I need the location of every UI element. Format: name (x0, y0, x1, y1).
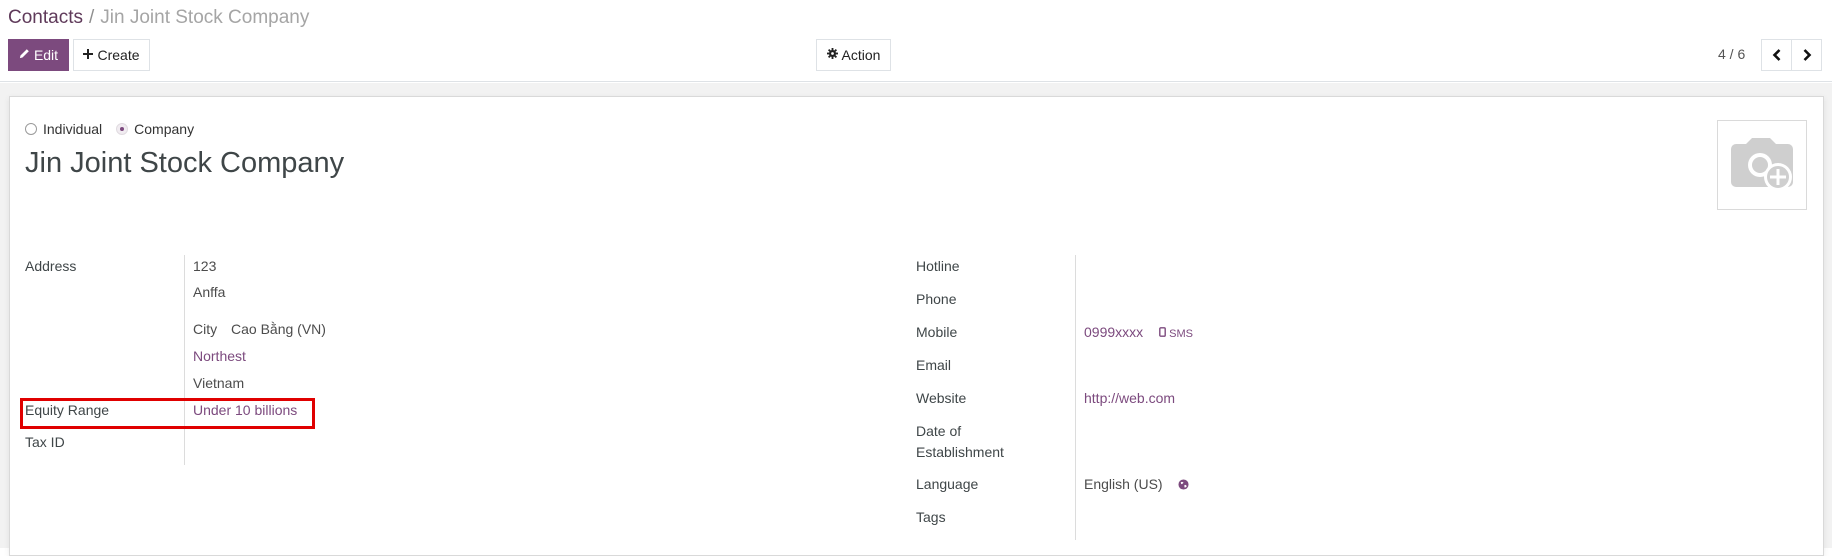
right-group-divider (1075, 255, 1076, 540)
pencil-icon (19, 48, 30, 62)
country-value: Vietnam (193, 375, 245, 391)
sms-label: SMS (1169, 328, 1193, 340)
mobile-phone-icon (1159, 327, 1166, 337)
action-button-label: Action (841, 47, 881, 63)
edit-button-label: Edit (33, 47, 59, 63)
phone-label: Phone (916, 291, 957, 307)
breadcrumb-contacts-link[interactable]: Contacts (8, 7, 83, 28)
equity-range-label: Equity Range (25, 402, 110, 418)
control-panel: Contacts / Jin Joint Stock Company Edit Cr… (0, 0, 1832, 82)
create-button-label: Create (97, 47, 140, 63)
language-row: English (US) (1084, 474, 1190, 495)
radio-company[interactable]: Company (116, 121, 194, 137)
tags-label: Tags (916, 509, 946, 525)
chevron-right-icon (1803, 49, 1811, 61)
left-group-divider (184, 255, 185, 465)
avatar-upload[interactable] (1717, 120, 1807, 210)
city-label: City (193, 321, 218, 337)
breadcrumb-current: Jin Joint Stock Company (100, 7, 310, 28)
record-name: Jin Joint Stock Company (25, 147, 345, 179)
mobile-link[interactable]: 0999xxxx (1084, 324, 1143, 340)
breadcrumb: Contacts / Jin Joint Stock Company (8, 7, 309, 29)
gear-icon (826, 48, 838, 62)
date-of-establishment-label-line2: Establishment (916, 444, 1004, 460)
language-label: Language (916, 476, 979, 492)
send-sms-button[interactable]: SMS (1159, 327, 1193, 340)
mobile-row: 0999xxxx SMS (1084, 322, 1193, 345)
action-button[interactable]: Action (816, 39, 891, 71)
tax-id-label: Tax ID (25, 434, 65, 450)
chevron-left-icon (1772, 49, 1780, 61)
create-button[interactable]: Create (73, 39, 150, 71)
radio-individual-label: Individual (43, 121, 103, 137)
company-type-radio-group: Individual Company (25, 121, 208, 137)
email-label: Email (916, 357, 952, 373)
address-label: Address (25, 258, 77, 274)
street-value: 123 (193, 258, 217, 274)
date-of-establishment-label-line1: Date of (916, 423, 962, 439)
radio-individual[interactable]: Individual (25, 121, 102, 137)
pager-previous-button[interactable] (1761, 39, 1792, 71)
equity-range-link[interactable]: Under 10 billions (193, 400, 297, 421)
edit-button[interactable]: Edit (8, 39, 69, 71)
hotline-label: Hotline (916, 258, 960, 274)
language-value: English (US) (1084, 476, 1163, 492)
mobile-label: Mobile (916, 324, 958, 340)
plus-icon (83, 48, 94, 62)
radio-company-circle[interactable] (116, 123, 129, 135)
globe-icon[interactable] (1178, 479, 1190, 490)
radio-company-label: Company (134, 121, 195, 137)
radio-individual-circle[interactable] (25, 123, 37, 135)
street2-value: Anffa (193, 284, 226, 300)
website-link[interactable]: http://web.com (1084, 388, 1175, 409)
website-label: Website (916, 390, 967, 406)
state-link[interactable]: Northest (193, 346, 246, 367)
pager-next-button[interactable] (1791, 39, 1822, 71)
breadcrumb-separator: / (88, 7, 95, 28)
city-value: Cao Bằng (VN) (231, 321, 326, 337)
pager-value[interactable]: 4 / 6 (1718, 46, 1745, 62)
camera-add-icon (1731, 138, 1793, 191)
